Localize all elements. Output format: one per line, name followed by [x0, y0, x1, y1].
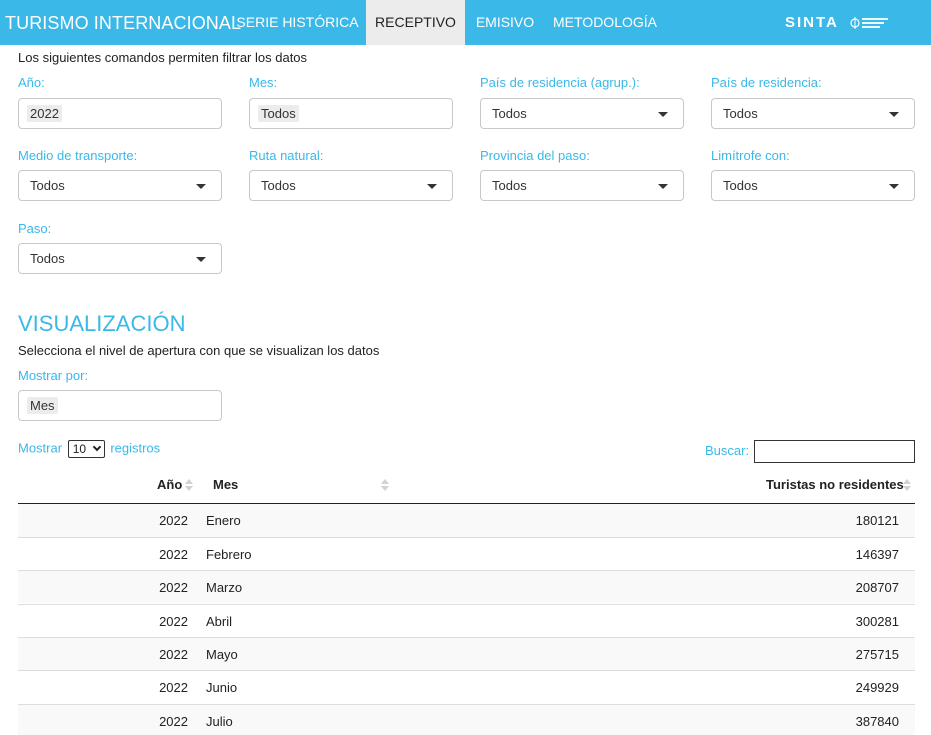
cell-year: 2022: [159, 614, 188, 629]
cell-tourists: 300281: [855, 614, 899, 629]
cell-month: Julio: [206, 714, 233, 729]
cell-year: 2022: [159, 647, 188, 662]
cell-month: Junio: [206, 680, 238, 695]
cell-tourists: 275715: [855, 647, 899, 662]
tab-serie-historica[interactable]: SERIE HISTÓRICA: [229, 0, 366, 45]
year-selected-tag[interactable]: 2022: [27, 105, 62, 122]
caret-down-icon: [658, 112, 668, 117]
tab-emisivo[interactable]: EMISIVO: [465, 0, 545, 45]
brand-title[interactable]: TURISMO INTERNACIONAL: [5, 13, 241, 34]
table-row: 2022 Marzo 208707: [18, 570, 915, 603]
transport-label: Medio de transporte:: [18, 148, 138, 163]
route-select[interactable]: Todos: [249, 170, 453, 201]
cell-year: 2022: [159, 513, 188, 528]
residence-country-select[interactable]: Todos: [711, 98, 915, 129]
residence-group-value: Todos: [492, 106, 527, 121]
top-navbar: TURISMO INTERNACIONAL SERIE HISTÓRICA RE…: [0, 0, 931, 45]
table-row: 2022 Abril 300281: [18, 604, 915, 637]
tab-receptivo[interactable]: RECEPTIVO: [366, 0, 465, 45]
length-select[interactable]: 10: [67, 440, 105, 458]
cell-tourists: 146397: [855, 547, 899, 562]
sinta-logo: SINTA: [785, 14, 839, 31]
cell-tourists: 208707: [855, 580, 899, 595]
table-row: 2022 Enero 180121: [18, 504, 915, 537]
filter-intro-text: Los siguientes comandos permiten filtrar…: [18, 50, 308, 65]
sort-icon[interactable]: [903, 478, 911, 492]
transport-value: Todos: [30, 178, 65, 193]
year-multiselect[interactable]: 2022: [18, 98, 222, 129]
table-row: 2022 Julio 387840: [18, 704, 915, 735]
cell-year: 2022: [159, 680, 188, 695]
month-selected-tag[interactable]: Todos: [258, 105, 299, 122]
transport-select[interactable]: Todos: [18, 170, 222, 201]
residence-group-select[interactable]: Todos: [480, 98, 684, 129]
column-header-year[interactable]: Año: [157, 477, 182, 492]
show-by-selected-tag[interactable]: Mes: [27, 397, 58, 414]
table-row: 2022 Mayo 275715: [18, 637, 915, 670]
search-input[interactable]: [754, 440, 915, 463]
caret-down-icon: [196, 257, 206, 262]
column-header-month[interactable]: Mes: [213, 477, 238, 492]
cell-month: Enero: [206, 513, 241, 528]
table-row: 2022 Febrero 146397: [18, 537, 915, 570]
cell-year: 2022: [159, 547, 188, 562]
visualization-subtitle: Selecciona el nivel de apertura con que …: [18, 343, 380, 358]
route-label: Ruta natural:: [249, 148, 324, 163]
caret-down-icon: [889, 184, 899, 189]
sort-icon[interactable]: [381, 478, 389, 492]
border-value: Todos: [723, 178, 758, 193]
cell-tourists: 387840: [855, 714, 899, 729]
show-by-label: Mostrar por:: [18, 368, 89, 383]
show-by-multiselect[interactable]: Mes: [18, 390, 222, 421]
residence-country-label: País de residencia:: [711, 75, 822, 90]
table-length-control: Mostrar 10 registros: [18, 440, 160, 458]
sort-icon[interactable]: [185, 478, 193, 492]
month-multiselect[interactable]: Todos: [249, 98, 453, 129]
province-select[interactable]: Todos: [480, 170, 684, 201]
cell-year: 2022: [159, 714, 188, 729]
length-prefix: Mostrar: [18, 440, 63, 456]
length-value: 10: [72, 442, 87, 456]
tab-metodologia[interactable]: METODOLOGÍA: [545, 0, 665, 45]
cell-tourists: 180121: [855, 513, 899, 528]
cell-month: Marzo: [206, 580, 243, 595]
province-label: Provincia del paso:: [480, 148, 590, 163]
pass-value: Todos: [30, 251, 65, 266]
residence-group-label: País de residencia (agrup.):: [480, 75, 640, 90]
cell-month: Abril: [206, 614, 233, 629]
visualization-title: VISUALIZACIÓN: [18, 311, 186, 336]
route-value: Todos: [261, 178, 296, 193]
border-select[interactable]: Todos: [711, 170, 915, 201]
province-value: Todos: [492, 178, 527, 193]
caret-down-icon: [196, 184, 206, 189]
year-label: Año:: [18, 75, 45, 90]
pass-label: Paso:: [18, 221, 52, 236]
cell-tourists: 249929: [855, 680, 899, 695]
cell-month: Mayo: [206, 647, 238, 662]
pass-select[interactable]: Todos: [18, 243, 222, 274]
chevron-down-icon: [92, 442, 101, 452]
search-label: Buscar:: [705, 443, 750, 458]
table-row: 2022 Junio 249929: [18, 670, 915, 703]
month-label: Mes:: [249, 75, 278, 90]
caret-down-icon: [427, 184, 437, 189]
cell-month: Febrero: [206, 547, 252, 562]
residence-country-value: Todos: [723, 106, 758, 121]
cell-year: 2022: [159, 580, 188, 595]
caret-down-icon: [658, 184, 668, 189]
column-header-tourists[interactable]: Turistas no residentes: [766, 477, 904, 492]
caret-down-icon: [889, 112, 899, 117]
border-label: Limítrofe con:: [711, 148, 790, 163]
length-suffix: registros: [110, 440, 161, 456]
argentina-gov-logo: [850, 13, 894, 33]
